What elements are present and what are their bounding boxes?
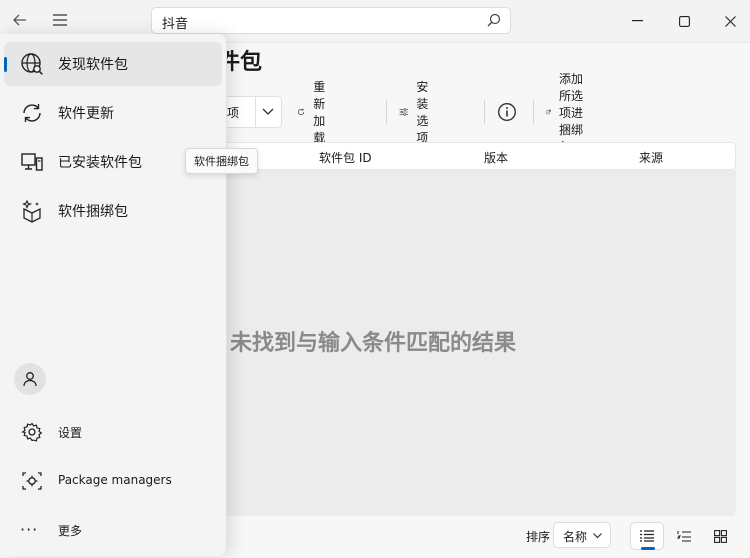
nav-item-bundles-label: 软件捆绑包 <box>58 204 128 220</box>
sort-value: 名称 <box>563 530 588 544</box>
nav-item-updates-label: 软件更新 <box>58 106 114 122</box>
hamburger-icon <box>53 14 67 26</box>
minimize-icon <box>631 20 643 22</box>
add-box-icon <box>546 109 551 115</box>
desktop-icon <box>21 153 43 171</box>
nav-item-discover[interactable]: 发现软件包 <box>4 42 222 86</box>
chevron-down-icon[interactable] <box>262 108 274 116</box>
tooltip: 软件捆绑包 <box>185 148 258 174</box>
close-button[interactable] <box>713 8 747 34</box>
nav-item-package-managers-label: Package managers <box>58 473 172 487</box>
minimize-button[interactable] <box>620 8 654 34</box>
search-icon[interactable] <box>487 13 501 27</box>
info-button[interactable] <box>497 96 517 128</box>
refresh-icon <box>298 108 305 116</box>
nav-item-settings-label: 设置 <box>58 426 83 440</box>
info-icon <box>497 102 517 122</box>
maximize-button[interactable] <box>667 8 701 34</box>
list-view-button[interactable] <box>630 522 664 550</box>
install-options-label: 安装选项 <box>416 80 429 145</box>
nav-item-more-label: 更多 <box>58 524 83 538</box>
more-dots-icon: ··· <box>20 520 39 539</box>
list-icon <box>640 530 654 542</box>
nav-item-updates[interactable]: 软件更新 <box>4 91 222 135</box>
nav-item-bundles[interactable]: 软件捆绑包 <box>4 189 222 233</box>
close-icon <box>724 15 736 27</box>
package-manager-icon <box>22 472 42 490</box>
back-button[interactable] <box>6 6 34 34</box>
grid-view-button[interactable] <box>703 522 737 550</box>
sort-label: 排序 <box>526 530 551 544</box>
nav-item-package-managers[interactable]: Package managers <box>4 459 222 503</box>
column-header-id[interactable]: 软件包 ID <box>319 149 372 166</box>
navigation-pane: 发现软件包 软件更新 已安装软件包 软件捆绑包 设置 Package manag… <box>0 34 227 556</box>
column-header-version[interactable]: 版本 <box>484 149 508 166</box>
reload-label: 重新加载 <box>313 80 326 145</box>
avatar[interactable] <box>14 363 46 395</box>
add-to-bundle-button[interactable]: 添加所选项进捆绑包 <box>546 72 586 154</box>
numbered-list-icon <box>677 530 691 542</box>
menu-button[interactable] <box>46 6 74 34</box>
search-value: 抖音 <box>162 17 189 32</box>
nav-item-settings[interactable]: 设置 <box>4 410 222 454</box>
nav-item-discover-label: 发现软件包 <box>58 57 128 73</box>
bottom-bar: 排序 名称 <box>200 518 750 558</box>
reload-button[interactable]: 重新加载 <box>297 80 335 145</box>
sparkle-box-icon <box>22 199 41 223</box>
maximize-icon <box>678 15 690 27</box>
install-options-button[interactable]: 安装选项 <box>399 80 439 145</box>
gear-icon <box>21 422 43 442</box>
back-arrow-icon <box>13 14 26 26</box>
globe-search-icon <box>21 53 43 75</box>
user-icon <box>23 372 37 387</box>
sort-select[interactable]: 名称 <box>553 522 611 548</box>
nav-item-installed-label: 已安装软件包 <box>58 155 142 171</box>
search-input[interactable]: 抖音 <box>151 7 511 34</box>
sliders-icon <box>399 108 408 116</box>
nav-item-more[interactable]: ··· 更多 <box>4 508 222 552</box>
grid-icon <box>713 529 727 543</box>
table-header: 软件包 ID 版本 来源 <box>200 142 736 170</box>
column-header-source[interactable]: 来源 <box>639 149 663 166</box>
empty-message: 未找到与输入条件匹配的结果 <box>230 331 517 356</box>
refresh-icon <box>23 104 41 122</box>
detail-view-button[interactable] <box>667 522 701 550</box>
chevron-down-icon <box>593 533 602 539</box>
